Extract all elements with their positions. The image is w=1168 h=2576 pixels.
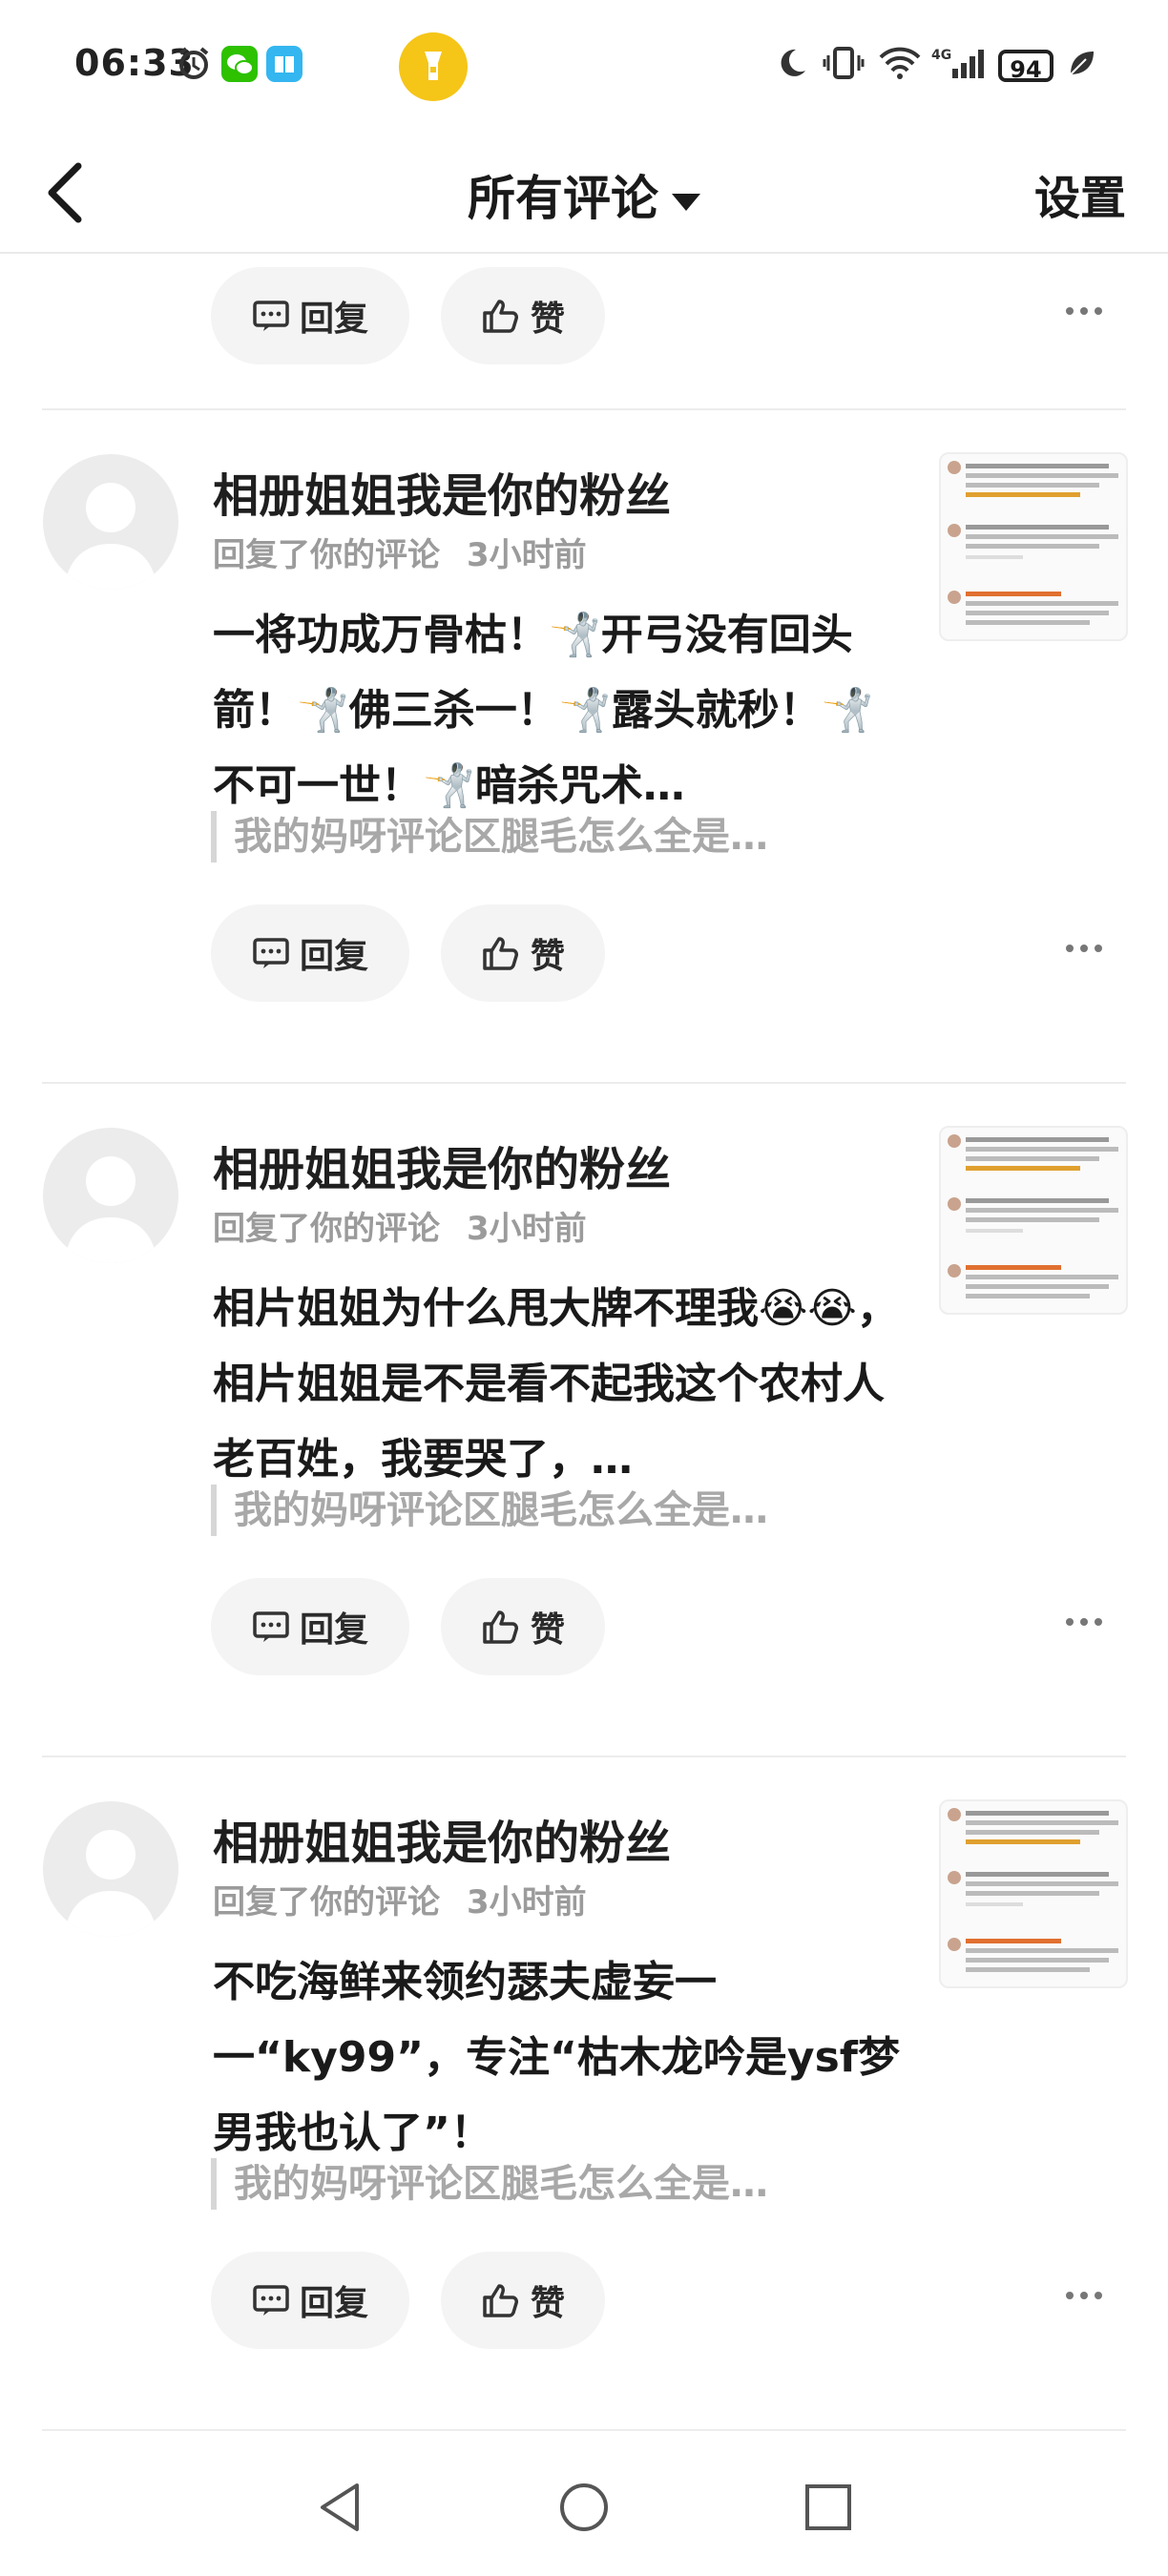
divider (42, 2429, 1126, 2431)
screenshot-thumbnail-image (948, 461, 1118, 625)
comment-actions: 回复 赞 (0, 1578, 1168, 1675)
comment-actions: 回复 赞 (0, 2252, 1168, 2349)
vibrate-icon (823, 47, 865, 79)
comment-item[interactable]: 相册姐姐我是你的粉丝 回复了你的评论 3小时前 不吃海鲜来领约瑟夫虚妄一一“ky9… (0, 1757, 1168, 2431)
back-triangle-icon[interactable] (315, 2481, 365, 2534)
flashlight-icon[interactable] (399, 32, 468, 101)
comment-meta: 回复了你的评论 3小时前 (213, 536, 587, 574)
reply-button[interactable]: 回复 (211, 2252, 409, 2349)
recents-square-icon[interactable] (803, 2483, 853, 2532)
quoted-comment[interactable]: 我的妈呀评论区腿毛怎么全是… (211, 1485, 768, 1536)
quoted-comment[interactable]: 我的妈呀评论区腿毛怎么全是… (211, 2158, 768, 2210)
post-thumbnail[interactable] (939, 1799, 1128, 1988)
reader-app-icon (266, 46, 302, 82)
avatar[interactable] (43, 454, 178, 590)
battery-indicator: 94 (998, 50, 1053, 83)
screenshot-thumbnail-image (948, 1808, 1118, 1972)
comment-icon (253, 1611, 289, 1642)
comment-content[interactable]: 不吃海鲜来领约瑟夫虚妄一一“ky99”，专注“枯木龙吟是ysf梦男我也认了”！ (213, 1944, 900, 2171)
thumbs-up-icon (483, 937, 518, 970)
system-navigation-bar (0, 2442, 1168, 2576)
more-options-icon[interactable] (1065, 2290, 1103, 2301)
user-placeholder-icon (64, 483, 157, 590)
comment-meta: 回复了你的评论 3小时前 (213, 1883, 587, 1922)
thumbs-up-icon (483, 300, 518, 333)
more-options-icon[interactable] (1065, 1616, 1103, 1628)
comment-item[interactable]: 相册姐姐我是你的粉丝 回复了你的评论 3小时前 相片姐姐为什么甩大牌不理我😭😭，相… (0, 1084, 1168, 1757)
status-bar: 06:33 4G 94 (0, 0, 1168, 134)
alarm-icon (178, 47, 209, 79)
like-button[interactable]: 赞 (441, 2252, 605, 2349)
user-placeholder-icon (64, 1830, 157, 1937)
quoted-comment[interactable]: 我的妈呀评论区腿毛怎么全是… (211, 811, 768, 862)
commenter-name[interactable]: 相册姐姐我是你的粉丝 (213, 458, 671, 525)
comment-actions: 回复 赞 (0, 904, 1168, 1002)
reply-button[interactable]: 回复 (211, 267, 409, 364)
wifi-icon (879, 47, 921, 79)
post-thumbnail[interactable] (939, 1126, 1128, 1315)
comment-item[interactable]: 相册姐姐我是你的粉丝 回复了你的评论 3小时前 一将功成万骨枯！🤺开弓没有回头箭！… (0, 410, 1168, 1084)
more-options-icon[interactable] (1065, 943, 1103, 954)
avatar[interactable] (43, 1801, 178, 1937)
comment-actions: 回复 赞 (0, 267, 1168, 364)
like-button[interactable]: 赞 (441, 904, 605, 1002)
settings-button[interactable]: 设置 (1034, 160, 1126, 227)
commenter-name[interactable]: 相册姐姐我是你的粉丝 (213, 1805, 671, 1872)
thumbs-up-icon (483, 1610, 518, 1644)
more-options-icon[interactable] (1065, 305, 1103, 317)
leaf-icon (1070, 52, 1094, 75)
comment-content[interactable]: 相片姐姐为什么甩大牌不理我😭😭，相片姐姐是不是看不起我这个农村人老百姓，我要哭了… (213, 1271, 900, 1497)
like-button[interactable]: 赞 (441, 1578, 605, 1675)
reply-button[interactable]: 回复 (211, 1578, 409, 1675)
reply-button[interactable]: 回复 (211, 904, 409, 1002)
filter-dropdown[interactable]: 所有评论 (0, 160, 1168, 229)
thumbs-up-icon (483, 2284, 518, 2317)
avatar[interactable] (43, 1128, 178, 1263)
caret-down-icon (672, 193, 700, 211)
page-title: 所有评论 (468, 171, 658, 226)
home-circle-icon[interactable] (557, 2481, 611, 2534)
comment-icon (253, 938, 289, 968)
cellular-signal-icon: 4G (931, 48, 984, 78)
comment-meta: 回复了你的评论 3小时前 (213, 1210, 587, 1248)
commenter-name[interactable]: 相册姐姐我是你的粉丝 (213, 1132, 671, 1198)
comment-content[interactable]: 一将功成万骨枯！🤺开弓没有回头箭！🤺佛三杀一！🤺露头就秒！🤺不可一世！🤺暗杀咒术… (213, 597, 900, 823)
svg-text:4G: 4G (931, 48, 951, 63)
moon-icon (781, 49, 805, 76)
screenshot-thumbnail-image (948, 1134, 1118, 1298)
wechat-icon (221, 46, 258, 82)
post-thumbnail[interactable] (939, 452, 1128, 641)
comment-icon (253, 2285, 289, 2316)
comment-icon (253, 301, 289, 331)
top-app-bar: 所有评论 设置 (0, 134, 1168, 254)
like-button[interactable]: 赞 (441, 267, 605, 364)
user-placeholder-icon (64, 1156, 157, 1263)
